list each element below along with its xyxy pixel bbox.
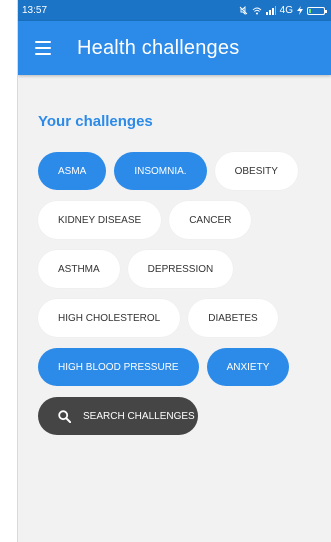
battery-level (309, 8, 311, 13)
chip-label: KIDNEY DISEASE (58, 214, 142, 226)
wifi-icon (252, 7, 261, 15)
chip-asma[interactable]: ASMA (38, 152, 107, 190)
search-button-label: SEARCH CHALLENGES (83, 410, 195, 422)
charging-icon (297, 6, 303, 15)
chip-high-cholesterol[interactable]: HIGH CHOLESTEROL (38, 299, 181, 337)
chip-diabetes[interactable]: DIABETES (188, 299, 278, 337)
chip-anxiety[interactable]: ANXIETY (206, 348, 290, 386)
search-icon (58, 409, 71, 423)
status-icons: 4G (239, 5, 327, 16)
hamburger-menu-icon[interactable] (35, 41, 51, 55)
chip-high-blood-pressure[interactable]: HIGH BLOOD PRESSURE (38, 348, 199, 386)
chip-asthma[interactable]: ASTHMA (38, 250, 120, 288)
main-content: Your challenges ASMA INSOMNIA. OBESITY K… (18, 113, 331, 435)
app-bar: Health challenges (18, 21, 331, 75)
status-bar: 13:57 4G (18, 0, 331, 21)
chip-obesity[interactable]: OBESITY (214, 152, 298, 190)
mute-icon (239, 6, 247, 15)
chip-cancer[interactable]: CANCER (169, 201, 252, 239)
chip-label: OBESITY (234, 165, 278, 177)
chip-label: ASTHMA (58, 263, 100, 275)
phone-screen: 13:57 4G Health challenges Your challeng… (17, 0, 331, 542)
battery-icon (307, 6, 327, 15)
chip-insomnia[interactable]: INSOMNIA. (114, 152, 207, 190)
section-title: Your challenges (38, 113, 153, 130)
chip-label: ANXIETY (226, 361, 270, 373)
chip-label: CANCER (189, 214, 232, 226)
signal-icon (265, 6, 276, 15)
chip-label: INSOMNIA. (134, 165, 187, 177)
chip-label: ASMA (58, 165, 87, 177)
network-type: 4G (279, 5, 293, 16)
chip-label: DEPRESSION (147, 263, 214, 275)
chip-label: DIABETES (208, 312, 258, 324)
chip-kidney-disease[interactable]: KIDNEY DISEASE (38, 201, 162, 239)
chip-depression[interactable]: DEPRESSION (127, 250, 234, 288)
page-title: Health challenges (77, 36, 240, 59)
chip-label: HIGH CHOLESTEROL (58, 312, 161, 324)
search-challenges-button[interactable]: SEARCH CHALLENGES (38, 397, 198, 435)
challenge-chip-list: ASMA INSOMNIA. OBESITY KIDNEY DISEASE CA… (38, 152, 328, 386)
status-time: 13:57 (22, 5, 48, 16)
chip-label: HIGH BLOOD PRESSURE (58, 361, 179, 373)
